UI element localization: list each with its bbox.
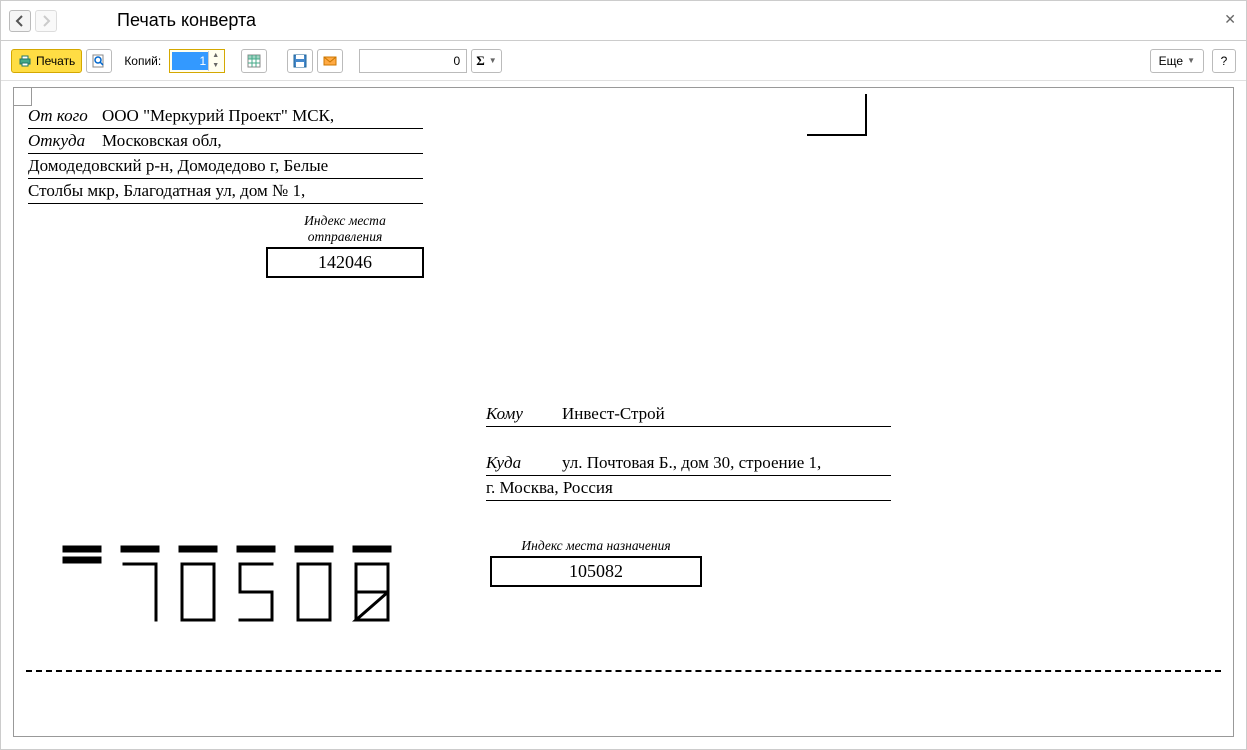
email-button[interactable] [317,49,343,73]
page-title: Печать конверта [117,10,256,31]
spinner-buttons[interactable]: ▲▼ [208,51,222,71]
more-button[interactable]: Еще ▼ [1150,49,1204,73]
diskette-icon [293,54,307,68]
save-button[interactable] [287,49,313,73]
spreadsheet-button[interactable] [241,49,267,73]
toolbar: Печать Копий: ▲▼ Σ ▼ Еще ▼ [1,41,1246,81]
more-button-label: Еще [1159,54,1183,68]
sender-from-label: От кого [28,106,102,126]
print-button[interactable]: Печать [11,49,82,73]
window: Печать конверта ✕ Печать Копий: ▲▼ Σ [0,0,1247,750]
printer-icon [18,54,32,68]
sender-from-value: ООО "Меркурий Проект" МСК, [102,106,334,126]
recipient-to-label: Кому [486,404,562,424]
sigma-icon: Σ [476,53,485,69]
sender-address-line3: Столбы мкр, Благодатная ул, дом № 1, [28,179,423,204]
help-button[interactable]: ? [1212,49,1236,73]
recipient-address-line2: г. Москва, Россия [486,476,891,501]
sender-where-label: Откуда [28,131,102,151]
sum-button[interactable]: Σ ▼ [471,49,501,73]
recipient-where-value: ул. Почтовая Б., дом 30, строение 1, [562,453,821,473]
close-icon[interactable]: ✕ [1224,11,1236,28]
sender-index-label: Индекс места отправления [266,213,424,245]
copies-spinner[interactable]: ▲▼ [169,49,225,73]
magnifier-icon [92,54,106,68]
big-postal-index [62,544,410,624]
forward-button[interactable] [35,10,57,32]
destination-index-value: 105082 [490,556,702,587]
copies-input[interactable] [172,52,208,70]
back-button[interactable] [9,10,31,32]
sender-block: От кого ООО "Меркурий Проект" МСК, Откуд… [28,104,423,204]
help-label: ? [1221,54,1228,68]
sender-index-value: 142046 [266,247,424,278]
sender-where-value: Московская обл, [102,131,222,151]
recipient-to-value: Инвест-Строй [562,404,665,424]
print-button-label: Печать [36,54,75,68]
destination-index-box: Индекс места назначения 105082 [490,538,702,587]
fold-line [26,670,1221,672]
destination-index-label: Индекс места назначения [490,538,702,554]
chevron-down-icon: ▼ [1187,56,1195,65]
stamp-corner [807,94,867,136]
sender-index-box: Индекс места отправления 142046 [266,213,424,278]
copies-label: Копий: [124,54,161,68]
titlebar: Печать конверта ✕ [1,1,1246,41]
envelope-icon [323,54,337,68]
preview-button[interactable] [86,49,112,73]
chevron-down-icon: ▼ [489,56,497,65]
envelope-document: От кого ООО "Меркурий Проект" МСК, Откуд… [13,87,1234,737]
sender-address-line2: Домодедовский р-н, Домодедово г, Белые [28,154,423,179]
number-input[interactable] [359,49,467,73]
table-icon [247,54,261,68]
content-area: От кого ООО "Меркурий Проект" МСК, Откуд… [1,81,1246,749]
recipient-where-label: Куда [486,453,562,473]
recipient-block: Кому Инвест-Строй Куда ул. Почтовая Б., … [486,402,891,501]
